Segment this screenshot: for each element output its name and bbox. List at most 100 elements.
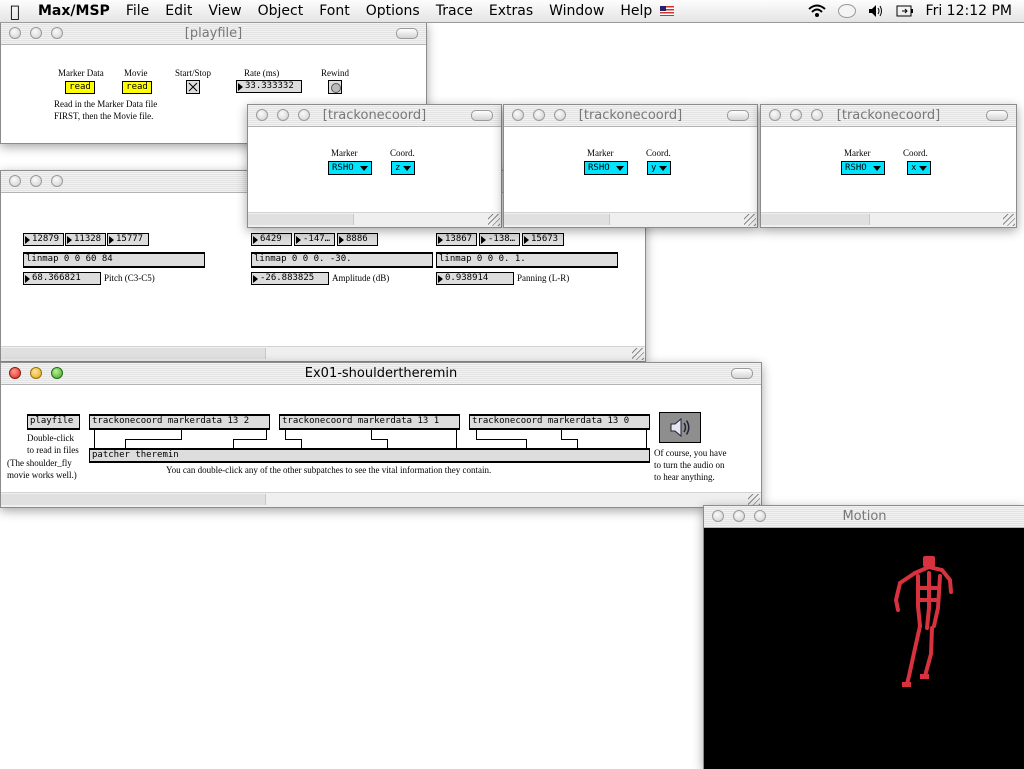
amplitude-input-3[interactable]: 8886 xyxy=(337,233,378,246)
speech-bubble-icon[interactable] xyxy=(837,4,856,18)
resize-grip-icon[interactable] xyxy=(744,214,756,226)
dac-audio-button[interactable] xyxy=(659,412,701,443)
scrollbar-thumb[interactable] xyxy=(504,214,610,225)
menu-help[interactable]: Help xyxy=(612,3,660,19)
amplitude-linmap-object[interactable]: linmap 0 0 0. -30. xyxy=(251,252,433,268)
amplitude-output[interactable]: -26.883825 xyxy=(251,272,329,285)
coord-label: Coord. xyxy=(390,148,415,158)
trackonecoord-object-2[interactable]: trackonecoord markerdata 13 1 xyxy=(279,414,460,430)
marker-menu[interactable]: RSHO xyxy=(841,161,885,175)
rewind-button[interactable] xyxy=(328,80,342,94)
pitch-input-1[interactable]: 12879 xyxy=(23,233,64,246)
toolbar-toggle-button[interactable] xyxy=(471,110,493,121)
patch-cord xyxy=(285,439,301,440)
patch-cord xyxy=(476,429,477,439)
start-stop-toggle[interactable] xyxy=(186,80,200,94)
resize-grip-icon[interactable] xyxy=(1003,214,1015,226)
pitch-output[interactable]: 68.366821 xyxy=(23,272,101,285)
panning-input-3[interactable]: 15673 xyxy=(522,233,564,246)
horizontal-scrollbar[interactable] xyxy=(504,212,757,227)
toolbar-toggle-button[interactable] xyxy=(396,28,418,39)
horizontal-scrollbar[interactable] xyxy=(248,212,501,227)
patch-cord xyxy=(285,429,286,439)
menu-extras[interactable]: Extras xyxy=(481,3,541,19)
rewind-label: Rewind xyxy=(321,68,349,78)
scrollbar-thumb[interactable] xyxy=(1,494,266,505)
coord-menu[interactable]: x xyxy=(907,161,931,175)
pitch-input-2[interactable]: 11328 xyxy=(65,233,106,246)
shouldertheremin-window: Ex01-shouldertheremin playfile trackonec… xyxy=(0,362,762,508)
toolbar-toggle-button[interactable] xyxy=(986,110,1008,121)
menu-file[interactable]: File xyxy=(118,3,157,19)
playfile-object[interactable]: playfile xyxy=(27,414,80,430)
panning-input-2[interactable]: -138… xyxy=(479,233,520,246)
trackonecoord-window-3: [trackonecoord] Marker Coord. RSHO x xyxy=(760,104,1017,228)
trackonecoord-window-1: [trackonecoord] Marker Coord. RSHO z xyxy=(247,104,502,228)
window-title: Ex01-shouldertheremin xyxy=(304,366,458,381)
trackonecoord-object-1[interactable]: trackonecoord markerdata 13 2 xyxy=(89,414,270,430)
wifi-icon[interactable] xyxy=(807,4,826,18)
shouldertheremin-titlebar[interactable]: Ex01-shouldertheremin xyxy=(1,363,761,385)
trackonecoord-titlebar[interactable]: [trackonecoord] xyxy=(504,105,757,127)
toolbar-toggle-button[interactable] xyxy=(727,110,749,121)
trackonecoord-titlebar[interactable]: [trackonecoord] xyxy=(761,105,1016,127)
horizontal-scrollbar[interactable] xyxy=(761,212,1016,227)
volume-icon[interactable] xyxy=(868,4,884,18)
amplitude-input-2[interactable]: -147… xyxy=(294,233,335,246)
scrollbar-thumb[interactable] xyxy=(1,348,266,359)
zoom-button[interactable] xyxy=(51,175,63,187)
menu-edit[interactable]: Edit xyxy=(157,3,200,19)
scrollbar-thumb[interactable] xyxy=(761,214,870,225)
close-button[interactable] xyxy=(9,175,21,187)
coord-label: Coord. xyxy=(646,148,671,158)
rate-number-box[interactable]: 33.333332 xyxy=(236,80,302,93)
skeleton-figure xyxy=(893,556,953,687)
resize-grip-icon[interactable] xyxy=(488,214,500,226)
panning-linmap-object[interactable]: linmap 0 0 0. 1. xyxy=(436,252,618,268)
panning-input-1[interactable]: 13867 xyxy=(436,233,477,246)
audio-note-2: to turn the audio on xyxy=(654,460,725,470)
marker-label: Marker xyxy=(587,148,614,158)
pitch-linmap-object[interactable]: linmap 0 0 60 84 xyxy=(23,252,205,268)
rewind-bang-icon xyxy=(331,83,341,93)
menu-view[interactable]: View xyxy=(200,3,249,19)
menu-font[interactable]: Font xyxy=(311,3,357,19)
minimize-button[interactable] xyxy=(30,175,42,187)
double-click-note-2: to read in files xyxy=(27,445,79,455)
toolbar-toggle-button[interactable] xyxy=(731,368,753,379)
subpatch-note: You can double-click any of the other su… xyxy=(166,465,492,475)
motion-video-view xyxy=(704,528,1024,769)
playfile-titlebar[interactable]: [playfile] xyxy=(1,23,426,45)
movie-label: Movie xyxy=(124,68,148,78)
coord-menu[interactable]: y xyxy=(647,161,671,175)
menu-window[interactable]: Window xyxy=(541,3,612,19)
clock[interactable]: Fri 12:12 PM xyxy=(926,3,1012,19)
patch-cord xyxy=(233,439,267,440)
horizontal-scrollbar[interactable] xyxy=(1,492,761,507)
apple-menu-icon[interactable]:  xyxy=(0,2,30,21)
menu-trace[interactable]: Trace xyxy=(428,3,481,19)
patcher-theremin-object[interactable]: patcher theremin xyxy=(89,448,650,463)
resize-grip-icon[interactable] xyxy=(632,348,644,360)
menu-object[interactable]: Object xyxy=(250,3,312,19)
horizontal-scrollbar[interactable] xyxy=(1,346,645,361)
menu-options[interactable]: Options xyxy=(358,3,428,19)
read-instructions-2: FIRST, then the Movie file. xyxy=(54,111,154,121)
window-title: [trackonecoord] xyxy=(322,108,427,123)
us-flag-icon[interactable] xyxy=(660,6,675,16)
pitch-input-3[interactable]: 15777 xyxy=(107,233,149,246)
marker-menu[interactable]: RSHO xyxy=(584,161,628,175)
trackonecoord-object-3[interactable]: trackonecoord markerdata 13 0 xyxy=(469,414,650,430)
read-marker-data-button[interactable]: read xyxy=(65,81,95,94)
menu-app[interactable]: Max/MSP xyxy=(30,3,118,19)
amplitude-input-1[interactable]: 6429 xyxy=(251,233,292,246)
battery-icon[interactable] xyxy=(896,5,914,17)
panning-output[interactable]: 0.938914 xyxy=(436,272,514,285)
patch-cord xyxy=(125,439,182,440)
read-movie-button[interactable]: read xyxy=(122,81,152,94)
motion-titlebar[interactable]: Motion xyxy=(704,506,1024,528)
scrollbar-thumb[interactable] xyxy=(248,214,354,225)
marker-menu[interactable]: RSHO xyxy=(328,161,372,175)
coord-menu[interactable]: z xyxy=(391,161,415,175)
trackonecoord-titlebar[interactable]: [trackonecoord] xyxy=(248,105,501,127)
